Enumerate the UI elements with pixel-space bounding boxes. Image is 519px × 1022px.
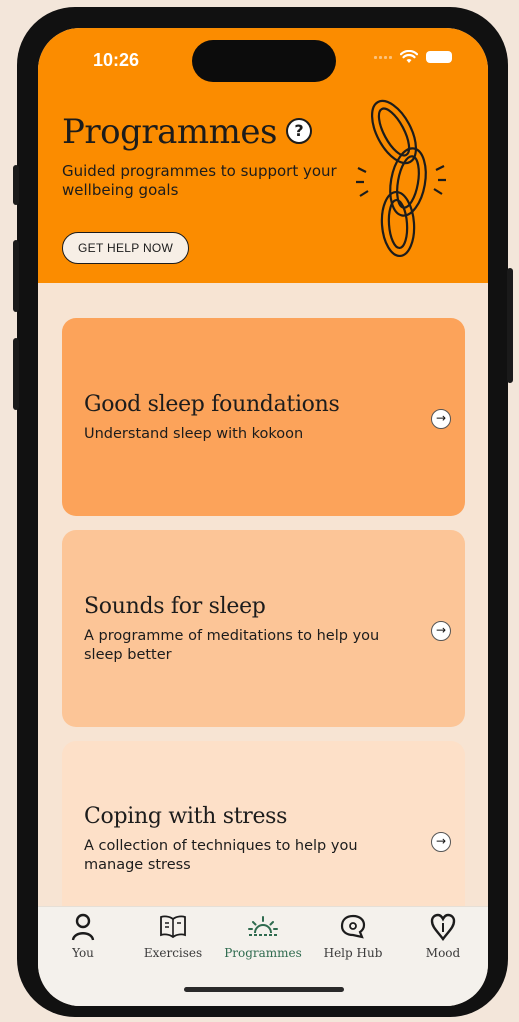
chain-links-icon: [356, 99, 446, 258]
side-button-power: [507, 268, 513, 383]
arrow-right-icon[interactable]: →: [431, 621, 451, 641]
cellular-signal-icon: [374, 55, 392, 59]
tab-label: Exercises: [143, 946, 203, 960]
arrow-right-icon[interactable]: →: [431, 832, 451, 852]
card-description: A collection of techniques to help you m…: [84, 838, 358, 873]
side-button-volume-down: [13, 338, 19, 410]
wifi-icon: [400, 50, 418, 63]
status-time: 10:26: [93, 50, 140, 70]
card-title: Coping with stress: [84, 804, 288, 829]
arrow-right-icon[interactable]: →: [431, 409, 451, 429]
status-bar: 10:26: [38, 28, 488, 82]
programme-card-sleep-foundations[interactable]: Good sleep foundations Understand sleep …: [62, 318, 465, 516]
tab-label: Help Hub: [323, 946, 383, 960]
tab-label: You: [72, 946, 94, 960]
page-subtitle: Guided programmes to support your wellbe…: [62, 162, 337, 199]
side-button-volume-up: [13, 240, 19, 312]
page-title: Programmes: [62, 112, 277, 152]
heart-icon: [430, 913, 456, 941]
programmes-header: 10:26 Programmes ? Guided programmes to: [38, 28, 488, 283]
battery-icon: [426, 51, 452, 63]
person-icon: [71, 913, 95, 941]
card-title: Good sleep foundations: [84, 392, 340, 417]
sunrise-icon: [248, 916, 278, 936]
tab-label: Programmes: [224, 946, 302, 960]
book-icon: [160, 915, 186, 939]
get-help-now-button[interactable]: GET HELP NOW: [62, 232, 190, 264]
home-indicator[interactable]: [184, 987, 344, 992]
app-screen: 10:26 Programmes ? Guided programmes to: [38, 28, 488, 1006]
tab-label: Mood: [425, 946, 461, 960]
chat-bubble-icon: [340, 914, 366, 939]
programme-card-sounds-for-sleep[interactable]: Sounds for sleep A programme of meditati…: [62, 530, 465, 727]
status-icons: [374, 50, 452, 64]
side-button-silent: [13, 165, 19, 205]
bottom-tab-bar: You Exercises Programmes Help Hub Mood: [38, 906, 488, 1006]
card-description: A programme of meditations to help you s…: [84, 628, 380, 663]
dynamic-island: [192, 40, 336, 82]
card-title: Sounds for sleep: [84, 594, 266, 619]
help-question-icon[interactable]: ?: [286, 118, 312, 144]
card-description: Understand sleep with kokoon: [84, 426, 304, 442]
